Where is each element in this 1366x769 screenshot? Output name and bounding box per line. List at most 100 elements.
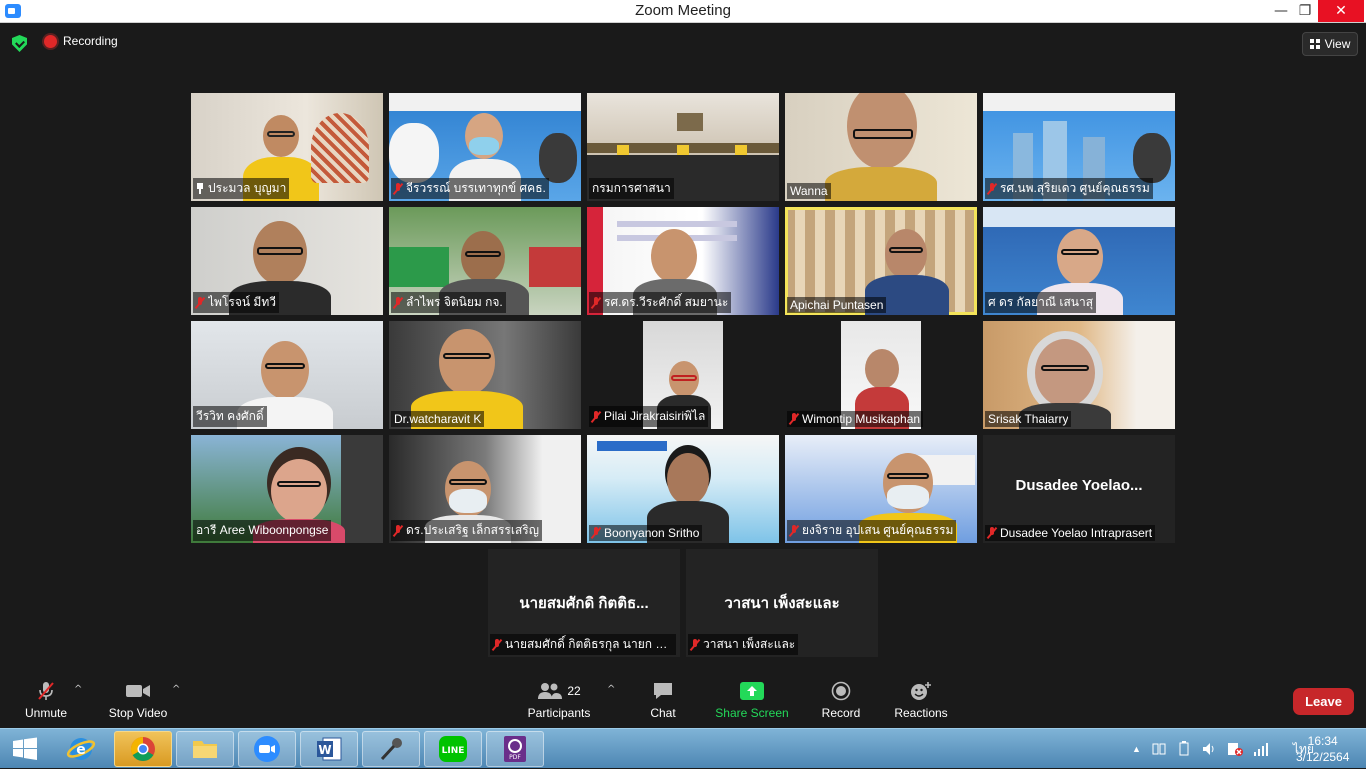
muted-mic-icon — [196, 296, 204, 309]
pdf-icon: PDF — [504, 736, 526, 762]
video-tile[interactable]: ประมวล บุญมา — [191, 93, 383, 201]
audio-options-caret[interactable]: ^ — [74, 684, 82, 695]
view-button[interactable]: View — [1302, 32, 1358, 56]
chat-button[interactable]: Chat — [640, 680, 686, 720]
video-tile-active-speaker[interactable]: Apichai Puntasen — [785, 207, 977, 315]
chrome-icon — [130, 737, 155, 762]
participant-name: นายสมศักดิ์ กิตติธรกุล นายก อบต. — [490, 634, 676, 655]
video-tile[interactable]: Boonyanon Sritho — [587, 435, 779, 543]
participant-name: Wanna — [787, 183, 831, 199]
muted-mic-icon — [592, 296, 600, 309]
video-tile[interactable]: จีรวรรณ์ บรรเทาทุกข์ ศคธ. — [389, 93, 581, 201]
video-tile[interactable]: ดร.ประเสริฐ เล็กสรรเสริญ — [389, 435, 581, 543]
participant-name: Wimontip Musikaphan — [787, 411, 924, 427]
video-tile[interactable]: ศ ดร กัลยาณี เสนาสุ — [983, 207, 1175, 315]
video-tile[interactable]: Wimontip Musikaphan — [785, 321, 977, 429]
participant-name: ศ ดร กัลยาณี เสนาสุ — [985, 292, 1097, 313]
muted-microphone-icon — [18, 680, 74, 702]
word-taskbar-item[interactable]: W — [300, 731, 358, 767]
chat-bubble-icon — [640, 680, 686, 702]
line-app-icon: LINE — [439, 736, 467, 762]
view-label: View — [1324, 37, 1351, 51]
file-explorer-taskbar-item[interactable] — [176, 731, 234, 767]
video-tile-no-video[interactable]: วาสนา เพ็งสะและ วาสนา เพ็งสะและ — [686, 549, 878, 657]
share-screen-button[interactable]: Share Screen — [712, 680, 792, 720]
windows-taskbar: e W LINE PDF ▲ ไทย 16:34 3/12/2564 — [0, 728, 1366, 768]
participant-avatar-text: วาสนา เพ็งสะและ — [724, 595, 840, 612]
participant-name: Pilai Jirakraisiriพิไล — [589, 406, 709, 427]
participant-name: ประมวล บุญมา — [193, 178, 290, 199]
video-options-caret[interactable]: ^ — [172, 684, 180, 695]
encryption-shield-icon[interactable] — [12, 35, 27, 52]
video-tile[interactable]: Dr.watcharavit K — [389, 321, 581, 429]
voice-recorder-taskbar-item[interactable] — [362, 731, 420, 767]
close-button[interactable]: ✕ — [1318, 0, 1364, 22]
svg-text:LINE: LINE — [442, 746, 465, 756]
internet-explorer-icon: e — [66, 738, 96, 760]
meeting-area: Recording View ประมวล บุญมา จีรวรรณ์ บรร… — [0, 23, 1366, 676]
security-alert-icon[interactable] — [1227, 741, 1243, 757]
network-adapter-icon[interactable] — [1151, 741, 1167, 757]
unmute-label: Unmute — [24, 706, 68, 720]
participants-button[interactable]: 22 Participants — [524, 680, 594, 720]
video-tile[interactable]: รศ.ดร.วีระศักดิ์ สมยานะ — [587, 207, 779, 315]
video-tile[interactable]: Pilai Jirakraisiriพิไล — [587, 321, 779, 429]
video-tile[interactable]: วีรวิท คงศักดิ์ — [191, 321, 383, 429]
reactions-button[interactable]: Reactions — [892, 680, 950, 720]
signal-strength-icon[interactable] — [1253, 742, 1269, 756]
stop-video-label: Stop Video — [108, 706, 168, 720]
video-tile[interactable]: ลำไพร จิตนิยม กจ. — [389, 207, 581, 315]
participant-name: Dr.watcharavit K — [391, 411, 485, 427]
participant-name: จีรวรรณ์ บรรเทาทุกข์ ศคธ. — [391, 178, 549, 199]
muted-mic-icon — [790, 413, 798, 425]
participant-name: ไพโรจน์ มีทวี — [193, 292, 279, 313]
chat-label: Chat — [650, 706, 676, 720]
participant-name: ยงจิราย อุปเสน ศูนย์คุณธรรม — [787, 520, 957, 541]
record-button[interactable]: Record — [816, 680, 866, 720]
share-screen-label: Share Screen — [715, 706, 789, 720]
muted-mic-icon — [493, 638, 501, 651]
video-tile-no-video[interactable]: นายสมศักดิ กิตติธ... นายสมศักดิ์ กิตติธร… — [488, 549, 680, 657]
line-taskbar-item[interactable]: LINE — [424, 731, 482, 767]
video-tile[interactable]: รศ.นพ.สุริยเดว ศูนย์คุณธรรม — [983, 93, 1175, 201]
participant-name: Dusadee Yoelao Intraprasert — [985, 525, 1156, 541]
power-plug-icon[interactable] — [1177, 741, 1191, 757]
recording-indicator[interactable]: Recording — [44, 34, 118, 48]
record-label: Record — [821, 706, 861, 720]
zoom-icon — [254, 736, 280, 762]
video-tile[interactable]: อารี Aree Wiboonpongse — [191, 435, 383, 543]
video-tile[interactable]: กรมการศาสนา — [587, 93, 779, 201]
muted-mic-icon — [394, 296, 402, 309]
pdf-app-taskbar-item[interactable]: PDF — [486, 731, 544, 767]
muted-mic-icon — [988, 182, 996, 195]
participant-name: อารี Aree Wiboonpongse — [193, 520, 332, 541]
clock-time: 16:34 — [1307, 734, 1338, 748]
system-tray: ▲ ไทย — [1132, 729, 1314, 769]
video-tile[interactable]: Srisak Thaiarry — [983, 321, 1175, 429]
participant-avatar-text: Dusadee Yoelao... — [1015, 477, 1143, 494]
window-titlebar: Zoom Meeting — ❐ ✕ — [0, 0, 1366, 23]
participant-avatar-text: นายสมศักดิ กิตติธ... — [519, 595, 649, 612]
video-tile[interactable]: ยงจิราย อุปเสน ศูนย์คุณธรรม — [785, 435, 977, 543]
taskbar-clock[interactable]: 16:34 3/12/2564 — [1296, 733, 1349, 765]
reactions-label: Reactions — [894, 706, 948, 720]
chrome-taskbar-item[interactable] — [114, 731, 172, 767]
participant-name: รศ.นพ.สุริยเดว ศูนย์คุณธรรม — [985, 178, 1153, 199]
participant-name: วีรวิท คงศักดิ์ — [193, 406, 267, 427]
recording-label: Recording — [63, 34, 118, 48]
leave-button[interactable]: Leave — [1293, 688, 1354, 715]
zoom-taskbar-item[interactable] — [238, 731, 296, 767]
unmute-button[interactable]: Unmute — [18, 680, 74, 720]
show-hidden-icons-icon[interactable]: ▲ — [1132, 744, 1141, 754]
video-camera-icon — [104, 680, 172, 702]
pin-icon — [196, 183, 204, 194]
participant-name: วาสนา เพ็งสะและ — [688, 634, 799, 655]
start-button[interactable] — [0, 731, 50, 767]
internet-explorer-taskbar-item[interactable]: e — [52, 731, 110, 767]
video-tile[interactable]: ไพโรจน์ มีทวี — [191, 207, 383, 315]
speaker-volume-icon[interactable] — [1201, 741, 1217, 757]
stop-video-button[interactable]: Stop Video — [104, 680, 172, 720]
video-tile[interactable]: Wanna — [785, 93, 977, 201]
participants-options-caret[interactable]: ^ — [607, 684, 615, 695]
video-tile-no-video[interactable]: Dusadee Yoelao... Dusadee Yoelao Intrapr… — [983, 435, 1175, 543]
